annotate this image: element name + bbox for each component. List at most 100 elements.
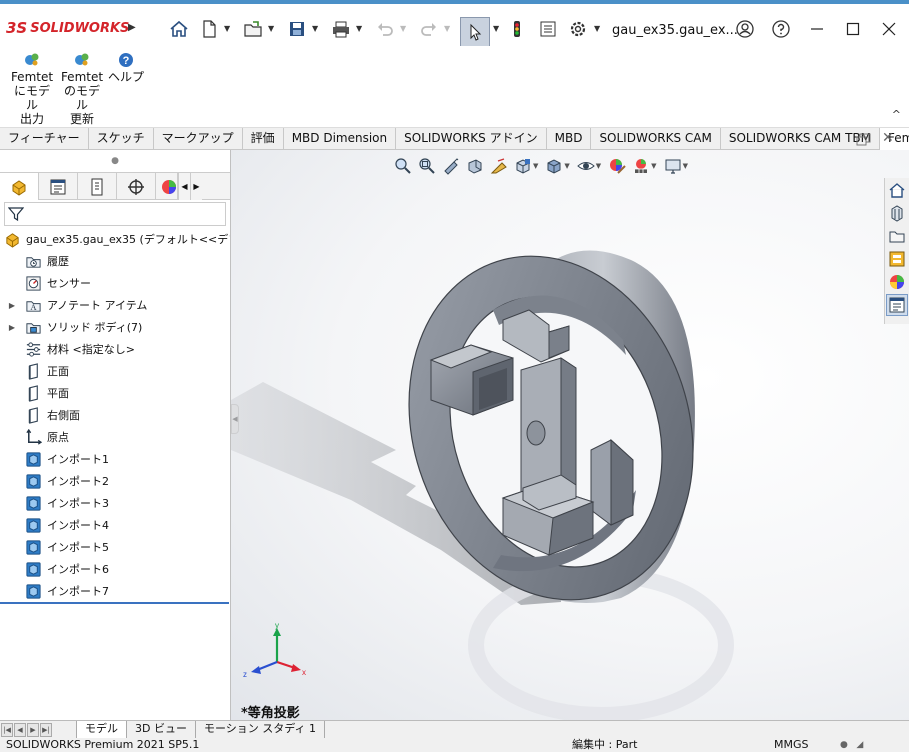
femtet-update-icon <box>73 52 91 68</box>
tree-item[interactable]: インポート1 <box>0 448 230 470</box>
import-body-icon <box>24 450 42 468</box>
tab-displaymanager[interactable] <box>156 173 178 200</box>
tab-features[interactable]: フィーチャー <box>0 128 89 150</box>
solidworks-logo[interactable]: 3S SOLIDWORKS <box>6 18 129 38</box>
document-restore-icon[interactable] <box>856 133 872 147</box>
tab-featuremanager[interactable] <box>0 173 39 200</box>
tab-mbd[interactable]: MBD <box>547 128 592 150</box>
tree-item[interactable]: ▶ A アノテート アイテム <box>0 294 230 316</box>
tab-dimxpertmanager[interactable] <box>117 173 156 200</box>
tree-root-label: gau_ex35.gau_ex35 (デフォルト<<デフォルト <box>26 233 230 246</box>
tab-configurationmanager[interactable] <box>78 173 117 200</box>
options-dropdown-icon[interactable]: ▼ <box>594 24 600 33</box>
tab-motion-study-1[interactable]: モーション スタディ 1 <box>196 721 325 738</box>
tabs-scroll-right-icon[interactable]: ▶ <box>190 173 202 200</box>
tree-item-label: インポート5 <box>47 541 109 554</box>
file-explorer-folder-icon[interactable] <box>886 225 908 247</box>
femtet-update-model-button[interactable]: Femtet のモデル 更新 <box>59 52 105 126</box>
logo-text: SOLIDWORKS <box>30 20 130 36</box>
undo-icon[interactable] <box>374 18 396 40</box>
tree-item[interactable]: 正面 <box>0 360 230 382</box>
prev-tab-icon[interactable]: ◀ <box>14 722 26 737</box>
tab-solidworks-addins[interactable]: SOLIDWORKS アドイン <box>396 128 547 150</box>
tab-markup[interactable]: マークアップ <box>154 128 243 150</box>
minimize-icon[interactable] <box>804 16 830 42</box>
tree-item-label: インポート3 <box>47 497 109 510</box>
panel-grip[interactable]: ● <box>0 150 230 172</box>
tree-item[interactable]: 平面 <box>0 382 230 404</box>
appearances-scenes-icon[interactable] <box>886 271 908 293</box>
expand-arrow-icon[interactable]: ▶ <box>6 323 18 332</box>
undo-dropdown-icon[interactable]: ▼ <box>400 24 406 33</box>
options-gear-icon[interactable] <box>567 18 589 40</box>
tree-item[interactable]: センサー <box>0 272 230 294</box>
tree-item[interactable]: インポート2 <box>0 470 230 492</box>
tree-item-label: 正面 <box>47 365 69 378</box>
ribbon-collapse-icon[interactable]: ^ <box>892 108 901 121</box>
view-palette-icon[interactable] <box>886 248 908 270</box>
tree-item-label: 右側面 <box>47 409 80 422</box>
print-dropdown-icon[interactable]: ▼ <box>356 24 362 33</box>
open-folder-icon[interactable] <box>242 18 264 40</box>
status-unit-system[interactable]: MMGS <box>774 738 809 752</box>
annotation-icon: A <box>24 296 42 314</box>
design-library-icon[interactable] <box>886 202 908 224</box>
print-icon[interactable] <box>330 18 352 40</box>
maximize-icon[interactable] <box>840 16 866 42</box>
close-icon[interactable] <box>876 16 902 42</box>
tab-model[interactable]: モデル <box>76 721 127 738</box>
account-icon[interactable] <box>734 18 756 40</box>
tree-item[interactable]: インポート3 <box>0 492 230 514</box>
select-arrow-icon[interactable] <box>460 17 490 47</box>
redo-icon[interactable] <box>418 18 440 40</box>
tree-item[interactable]: インポート5 <box>0 536 230 558</box>
first-tab-icon[interactable]: |◀ <box>1 722 13 737</box>
new-dropdown-icon[interactable]: ▼ <box>224 24 230 33</box>
save-icon[interactable] <box>286 18 308 40</box>
triad-z-label: z <box>243 670 247 679</box>
logo-menu-arrow-icon[interactable]: ▶ <box>128 22 136 33</box>
status-indicators-icon[interactable]: ● ◢ <box>840 738 863 752</box>
next-tab-icon[interactable]: ▶ <box>27 722 39 737</box>
tree-item[interactable]: 右側面 <box>0 404 230 426</box>
document-close-icon[interactable]: ✕ <box>882 130 894 146</box>
tree-root-part[interactable]: gau_ex35.gau_ex35 (デフォルト<<デフォルト <box>0 228 230 250</box>
tree-item[interactable]: 履歴 <box>0 250 230 272</box>
solid-body-folder-icon <box>24 318 42 336</box>
tree-item[interactable]: 材料 <指定なし> <box>0 338 230 360</box>
help-question-icon[interactable] <box>770 18 792 40</box>
command-tabs: フィーチャー スケッチ マークアップ 評価 MBD Dimension SOLI… <box>0 128 909 150</box>
part-model-3d[interactable] <box>231 150 909 720</box>
tabs-scroll-left-icon[interactable]: ◀ <box>178 173 190 200</box>
help-button[interactable]: ? ヘルプ <box>108 52 144 84</box>
new-document-icon[interactable] <box>198 18 220 40</box>
expand-arrow-icon[interactable]: ▶ <box>6 301 18 310</box>
tab-solidworks-cam[interactable]: SOLIDWORKS CAM <box>591 128 721 150</box>
tab-evaluate[interactable]: 評価 <box>243 128 284 150</box>
redo-dropdown-icon[interactable]: ▼ <box>444 24 450 33</box>
tree-item[interactable]: インポート6 <box>0 558 230 580</box>
solidworks-resources-home-icon[interactable] <box>886 179 908 201</box>
tree-filter-bar[interactable] <box>4 202 226 226</box>
vertical-beam-side <box>560 357 577 496</box>
tab-3d-view[interactable]: 3D ビュー <box>127 721 196 738</box>
custom-properties-icon[interactable] <box>886 294 908 316</box>
open-dropdown-icon[interactable]: ▼ <box>268 24 274 33</box>
tab-mbd-dimension[interactable]: MBD Dimension <box>284 128 397 150</box>
home-icon[interactable] <box>168 18 190 40</box>
graphics-area[interactable]: ▼ ▼ ▼ ▼ ▼ ◀ <box>231 150 909 720</box>
save-dropdown-icon[interactable]: ▼ <box>312 24 318 33</box>
tab-sketch[interactable]: スケッチ <box>89 128 154 150</box>
last-tab-icon[interactable]: ▶| <box>40 722 52 737</box>
femtet-export-model-button[interactable]: Femtet にモデル 出力 <box>10 52 54 126</box>
logo-mark: 3S <box>6 19 28 37</box>
rebuild-traffic-light-icon[interactable] <box>506 18 528 40</box>
tab-propertymanager[interactable] <box>39 173 78 200</box>
file-properties-icon[interactable] <box>537 18 559 40</box>
tree-item[interactable]: インポート4 <box>0 514 230 536</box>
select-dropdown-icon[interactable]: ▼ <box>493 24 499 33</box>
status-bar: SOLIDWORKS Premium 2021 SP5.1 編集中 : Part… <box>0 738 909 752</box>
tree-item[interactable]: 原点 <box>0 426 230 448</box>
tree-item[interactable]: ▶ ソリッド ボディ(7) <box>0 316 230 338</box>
tree-item[interactable]: インポート7 <box>0 580 230 602</box>
